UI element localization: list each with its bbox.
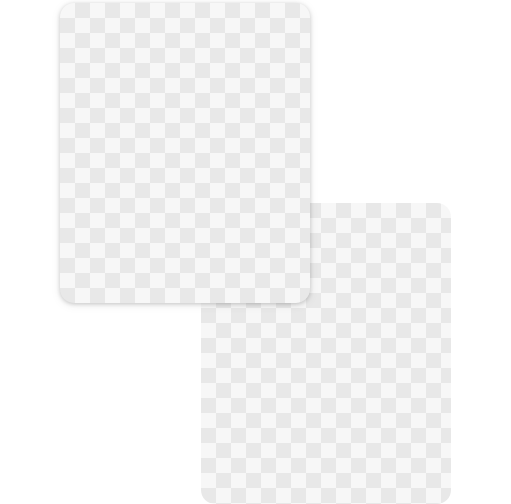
canvas: [0, 0, 511, 504]
image-placeholder-front[interactable]: [60, 3, 310, 303]
